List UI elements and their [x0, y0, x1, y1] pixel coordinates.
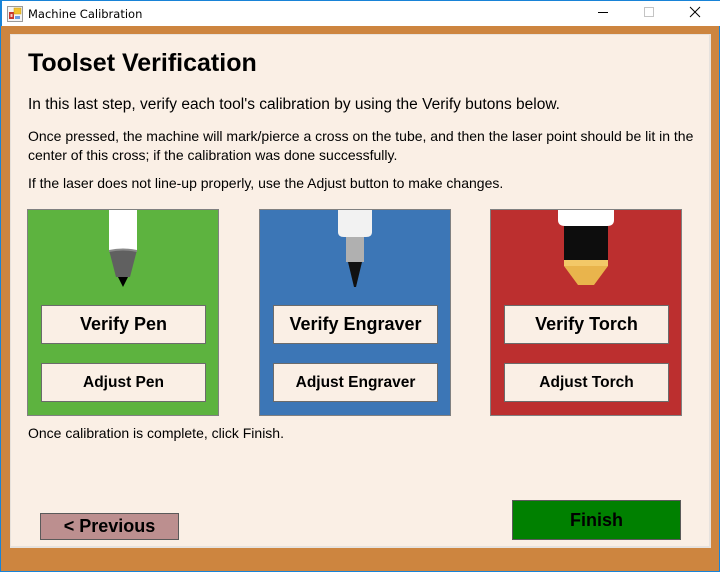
close-button[interactable] [672, 1, 718, 27]
pen-tool-panel: Verify Pen Adjust Pen [27, 209, 219, 416]
engraver-tool-panel: Verify Engraver Adjust Engraver [259, 209, 451, 416]
completion-note: Once calibration is complete, click Fini… [28, 425, 284, 441]
close-icon [689, 5, 701, 23]
instructions-text: Once pressed, the machine will mark/pier… [28, 128, 694, 163]
wizard-content-panel: Toolset Verification In this last step, … [10, 34, 711, 548]
verify-engraver-button[interactable]: Verify Engraver [273, 305, 438, 344]
engraver-icon [260, 210, 450, 290]
page-title: Toolset Verification [28, 49, 257, 77]
verify-torch-button[interactable]: Verify Torch [504, 305, 669, 344]
adjust-engraver-button[interactable]: Adjust Engraver [273, 363, 438, 402]
torch-icon [491, 210, 681, 290]
adjust-hint-text: If the laser does not line-up properly, … [28, 175, 504, 191]
previous-button[interactable]: < Previous [40, 513, 179, 540]
minimize-icon [597, 5, 609, 23]
minimize-button[interactable] [580, 1, 626, 27]
form-application-icon [7, 6, 23, 22]
title-bar[interactable]: Machine Calibration [1, 0, 720, 26]
adjust-pen-button[interactable]: Adjust Pen [41, 363, 206, 402]
adjust-torch-button[interactable]: Adjust Torch [504, 363, 669, 402]
intro-text: In this last step, verify each tool's ca… [28, 96, 560, 113]
maximize-icon [643, 5, 655, 23]
torch-tool-panel: Verify Torch Adjust Torch [490, 209, 682, 416]
window-title: Machine Calibration [28, 7, 143, 21]
finish-button[interactable]: Finish [512, 500, 681, 540]
application-window: Machine Calibration Toolset Verification… [0, 0, 720, 572]
verify-pen-button[interactable]: Verify Pen [41, 305, 206, 344]
maximize-button[interactable] [626, 1, 672, 27]
pen-icon [28, 210, 218, 290]
